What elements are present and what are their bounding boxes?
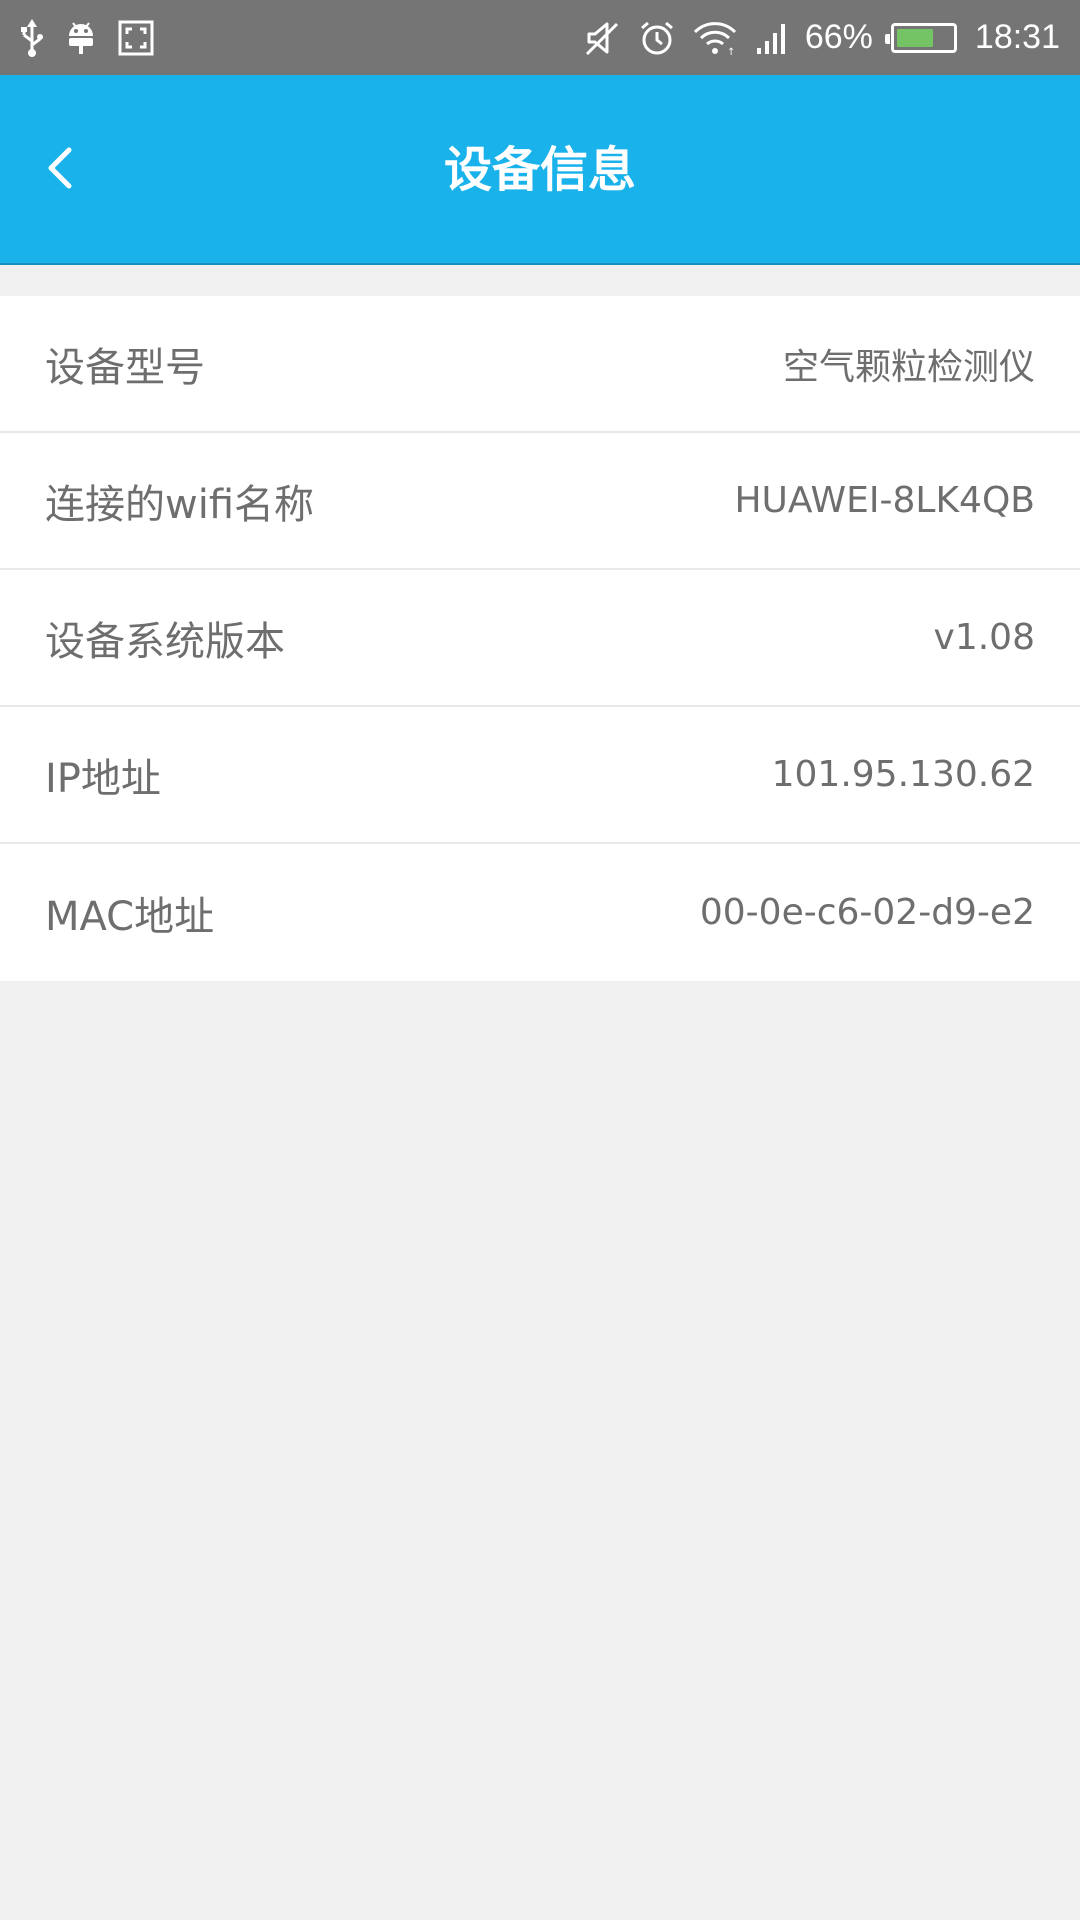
status-bar-right: ↑↓ 66% 18:31: [585, 0, 1060, 75]
battery-level: [896, 28, 933, 47]
alarm-icon: [639, 20, 675, 56]
usb-icon: [20, 18, 44, 57]
page-title: 设备信息: [443, 142, 636, 198]
android-icon: [66, 20, 96, 56]
mute-icon: [585, 20, 621, 56]
svg-text:↑↓: ↑↓: [727, 47, 737, 56]
info-label: 连接的wifi名称: [45, 481, 315, 528]
info-value: 101.95.130.62: [771, 754, 1035, 795]
info-row-ip-address: IP地址 101.95.130.62: [0, 707, 1080, 844]
wifi-icon: ↑↓: [693, 20, 737, 56]
status-time: 18:31: [974, 18, 1060, 56]
info-row-wifi-name: 连接的wifi名称 HUAWEI-8LK4QB: [0, 433, 1080, 570]
info-value: v1.08: [933, 617, 1035, 658]
app-bar: 设备信息: [0, 75, 1080, 265]
signal-icon: [755, 20, 787, 56]
info-row-mac-address: MAC地址 00-0e-c6-02-d9-e2: [0, 844, 1080, 981]
info-label: 设备系统版本: [45, 618, 285, 665]
screenshot-icon: [118, 20, 154, 56]
device-info-list: 设备型号 空气颗粒检测仪连接的wifi名称 HUAWEI-8LK4QB 设备系统版本 v…: [0, 296, 1080, 981]
status-bar-left: [20, 0, 154, 75]
info-row-firmware-version: 设备系统版本 v1.08: [0, 570, 1080, 707]
info-label: IP地址: [45, 755, 161, 802]
info-label: MAC地址: [45, 893, 215, 940]
info-row-device-model: 设备型号 空气颗粒检测仪: [0, 296, 1080, 433]
status-bar: ↑↓ 66% 18:31: [0, 0, 1080, 75]
battery-percent: 66%: [804, 18, 873, 56]
battery-icon: [884, 22, 957, 53]
info-value: HUAWEI-8LK4QB: [734, 480, 1035, 521]
info-label: 设备型号: [45, 344, 205, 391]
info-value: 00-0e-c6-02-d9-e2: [699, 892, 1035, 933]
info-value: 空气颗粒检测仪: [782, 346, 1035, 388]
